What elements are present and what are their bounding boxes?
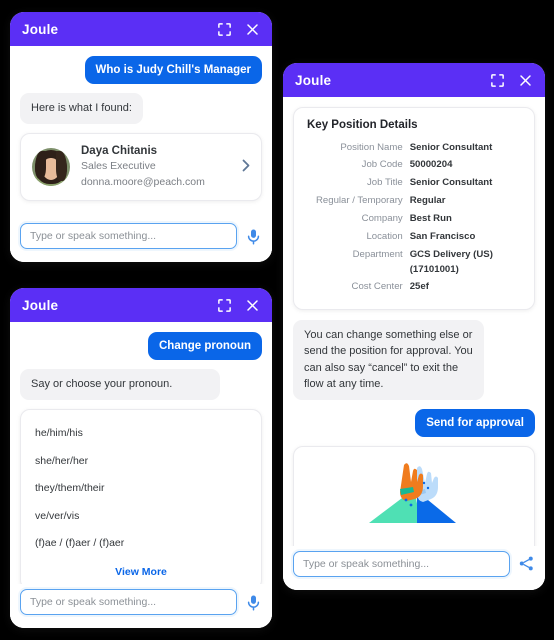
detail-label: Regular / Temporary xyxy=(315,195,403,207)
key-position-details-card: Key Position Details Position Name Senio… xyxy=(293,107,535,310)
person-email: donna.moore@peach.com xyxy=(81,175,205,188)
detail-label: Department xyxy=(352,248,403,260)
message-row-user: Change pronoun xyxy=(20,332,262,361)
user-message-bubble: Change pronoun xyxy=(148,332,262,361)
chevron-right-icon[interactable] xyxy=(236,159,250,175)
message-row-bot: Say or choose your pronoun. xyxy=(20,369,262,400)
panel-title: Joule xyxy=(295,72,332,88)
close-icon[interactable] xyxy=(518,73,533,88)
close-icon[interactable] xyxy=(245,298,260,313)
message-row-bot: You can change something else or send th… xyxy=(293,319,535,400)
panel-header: Joule xyxy=(10,12,272,46)
message-row-bot: Here is what I found: xyxy=(20,93,262,124)
table-row: Company Best Run xyxy=(307,210,521,228)
panel-header: Joule xyxy=(10,288,272,322)
table-row: Regular / Temporary Regular xyxy=(307,193,521,211)
close-icon[interactable] xyxy=(245,22,260,37)
avatar xyxy=(32,147,70,186)
detail-value: GCS Delivery (US) (17101001) xyxy=(409,248,493,275)
bot-message-bubble: You can change something else or send th… xyxy=(293,319,485,400)
detail-value: Senior Consultant xyxy=(409,177,493,189)
composer xyxy=(283,546,545,590)
table-row: Cost Center 25ef xyxy=(307,279,521,297)
pronoun-option[interactable]: (f)ae / (f)aer / (f)aer xyxy=(21,530,261,558)
person-role: Sales Executive xyxy=(81,160,156,173)
detail-value: Best Run xyxy=(409,212,452,224)
expand-icon[interactable] xyxy=(217,22,232,37)
joule-panel-pronoun: Joule Change pronoun Say or choose your … xyxy=(10,288,272,628)
high-five-hands-illustration xyxy=(307,461,521,539)
detail-label: Position Name xyxy=(340,141,403,153)
panel-title: Joule xyxy=(22,297,59,313)
pronoun-options-card: he/him/his she/her/her they/them/their v… xyxy=(20,408,262,591)
microphone-icon[interactable] xyxy=(245,227,262,246)
detail-label: Cost Center xyxy=(351,281,403,293)
share-icon[interactable] xyxy=(518,555,535,574)
joule-panel-position: Joule Key Position Details Position Name… xyxy=(283,63,545,590)
search-input[interactable] xyxy=(20,589,237,615)
detail-value: 25ef xyxy=(409,281,429,293)
person-name: Daya Chitanis xyxy=(81,144,158,157)
detail-label: Job Title xyxy=(366,177,403,189)
details-heading: Key Position Details xyxy=(307,119,418,131)
person-card[interactable]: Daya Chitanis Sales Executive donna.moor… xyxy=(20,132,262,201)
table-row: Location San Francisco xyxy=(307,228,521,246)
pronoun-option[interactable]: ve/ver/vis xyxy=(21,503,261,531)
details-table: Position Name Senior Consultant Job Code… xyxy=(307,139,521,297)
detail-label: Location xyxy=(366,230,403,242)
panel-title: Joule xyxy=(22,21,59,37)
detail-value: Senior Consultant xyxy=(409,141,493,153)
detail-label: Company xyxy=(361,212,403,224)
detail-label: Job Code xyxy=(361,159,403,171)
bot-message-bubble: Say or choose your pronoun. xyxy=(20,369,220,400)
table-row: Job Title Senior Consultant xyxy=(307,175,521,193)
table-row: Position Name Senior Consultant xyxy=(307,139,521,157)
detail-value: San Francisco xyxy=(409,230,476,242)
view-more-link[interactable]: View More xyxy=(21,558,261,581)
pronoun-option[interactable]: they/them/their xyxy=(21,475,261,503)
message-row-user: Who is Judy Chill's Manager xyxy=(20,56,262,85)
user-message-bubble: Send for approval xyxy=(415,408,535,438)
expand-icon[interactable] xyxy=(490,73,505,88)
composer xyxy=(10,584,272,628)
message-row-user: Send for approval xyxy=(293,408,535,438)
joule-panel-manager: Joule Who is Judy Chill's Manager Here i… xyxy=(10,12,272,262)
table-row: Job Code 50000204 xyxy=(307,157,521,175)
panel-header: Joule xyxy=(283,63,545,97)
chat-body: Who is Judy Chill's Manager Here is what… xyxy=(10,46,272,262)
bot-message-bubble: Here is what I found: xyxy=(20,93,143,124)
screenshot-stage: Joule Who is Judy Chill's Manager Here i… xyxy=(0,0,554,640)
user-message-bubble: Who is Judy Chill's Manager xyxy=(84,56,262,85)
expand-icon[interactable] xyxy=(217,298,232,313)
detail-value: Regular xyxy=(409,195,446,207)
table-row: Department GCS Delivery (US) (17101001) xyxy=(307,246,521,279)
person-card-row: Daya Chitanis Sales Executive donna.moor… xyxy=(20,132,262,201)
pronoun-option[interactable]: she/her/her xyxy=(21,448,261,476)
detail-value: 50000204 xyxy=(409,159,453,171)
chat-body: Key Position Details Position Name Senio… xyxy=(283,97,545,590)
pronoun-option[interactable]: he/him/his xyxy=(21,420,261,448)
search-input[interactable] xyxy=(293,551,510,577)
composer xyxy=(10,218,272,262)
search-input[interactable] xyxy=(20,223,237,249)
chat-body: Change pronoun Say or choose your pronou… xyxy=(10,322,272,628)
microphone-icon[interactable] xyxy=(245,593,262,612)
